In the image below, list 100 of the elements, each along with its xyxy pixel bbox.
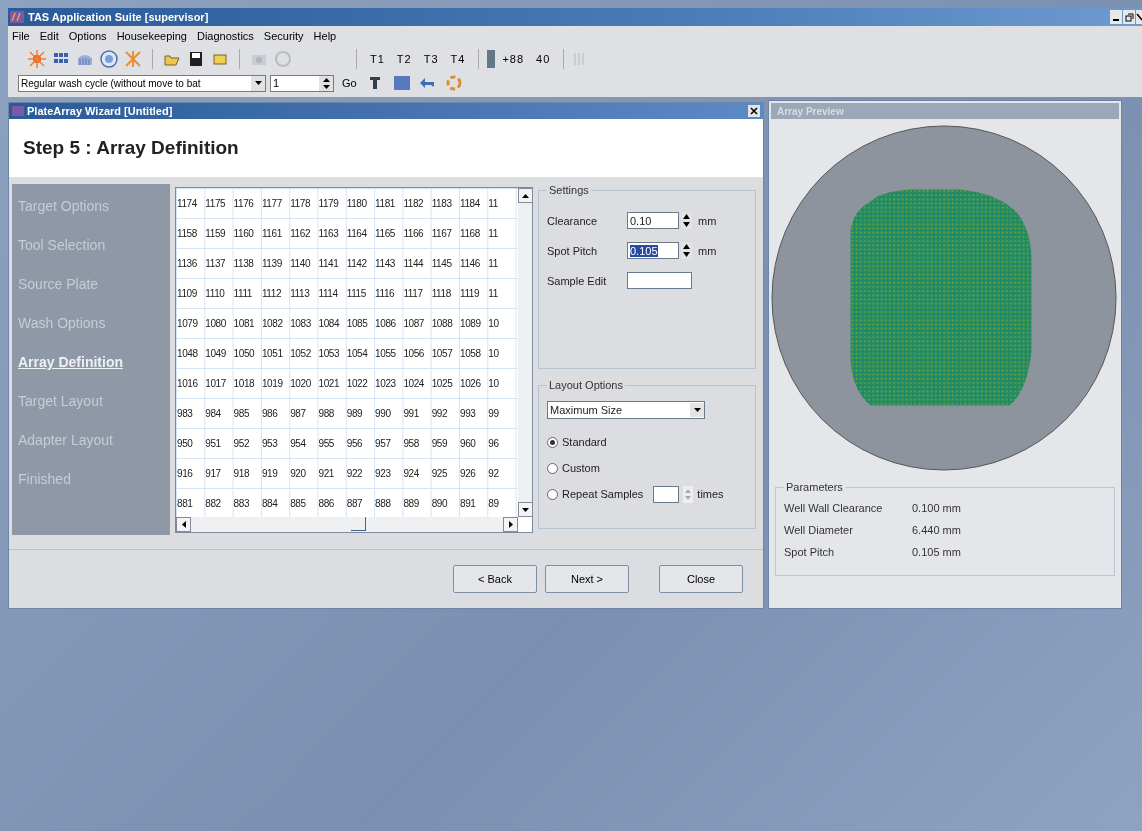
grid-cell-text: 1165 xyxy=(375,227,396,239)
grid-cell-text: 1056 xyxy=(403,347,426,359)
grid-cell-text: 919 xyxy=(261,467,279,479)
grid-cell-text: 1110 xyxy=(205,287,226,299)
wizard-button[interactable]: Next > xyxy=(545,565,629,593)
toolbar-button[interactable]: T3 xyxy=(418,52,444,65)
grid-cell-text: 1116 xyxy=(375,287,396,299)
grid-cell-text: 1146 xyxy=(459,257,481,269)
menu-item[interactable]: Housekeeping xyxy=(116,30,187,42)
toolbar-button[interactable]: T4 xyxy=(445,52,471,65)
grid-cell-text: 1080 xyxy=(205,317,227,329)
grid-cell-text: 954 xyxy=(290,437,307,449)
grid-cell-text: 1178 xyxy=(290,197,312,209)
grid-cell-text: 1084 xyxy=(318,317,341,329)
vertical-scrollbar[interactable] xyxy=(518,188,532,517)
toolbar-button[interactable]: T1 xyxy=(365,52,390,65)
spinner-icon[interactable] xyxy=(681,212,692,229)
grid-cell-text: 959 xyxy=(431,437,449,449)
grid-cell-text: 1142 xyxy=(346,257,368,269)
grid-cell-text: 1174 xyxy=(177,197,198,209)
grid-cell-text: 89 xyxy=(488,497,500,509)
scroll-right-icon[interactable] xyxy=(508,521,513,528)
grid-cell-text: 1087 xyxy=(403,317,426,329)
grid-cell-text: 983 xyxy=(177,407,194,419)
count-field[interactable]: 1 xyxy=(270,74,334,92)
app-icon xyxy=(12,106,24,116)
grid-cell-text: 924 xyxy=(403,467,420,479)
grid-cell-text: 1179 xyxy=(318,197,340,209)
radio-button[interactable] xyxy=(547,488,558,500)
group-title: Settings xyxy=(548,184,590,196)
grid-cell-text: 1018 xyxy=(233,377,256,389)
grid-cell-text: 1025 xyxy=(431,377,454,389)
spin-field[interactable]: 0.10 xyxy=(627,212,679,229)
parameter-value: 6.440 mm xyxy=(912,524,961,536)
grid-cell-text: 1158 xyxy=(177,227,198,239)
dropdown-arrow-icon xyxy=(693,408,701,412)
grid-cell-text: 926 xyxy=(459,467,477,479)
restore-icon[interactable] xyxy=(1123,10,1135,24)
grid-cell-text: 11 xyxy=(488,257,499,269)
menu-item[interactable]: Help xyxy=(313,30,337,42)
grid-cell-text: 881 xyxy=(177,497,194,509)
grid-cell-text: 985 xyxy=(233,407,251,419)
close-icon[interactable] xyxy=(748,105,760,117)
grid-cell-text: 984 xyxy=(205,407,222,419)
grid-cell-text: 1020 xyxy=(290,377,312,389)
radio-button[interactable] xyxy=(547,436,558,448)
scroll-left-icon[interactable] xyxy=(181,521,186,528)
spinner-icon xyxy=(322,77,330,89)
spin-field[interactable]: 0.105 xyxy=(627,242,679,259)
grid-cell-text: 1055 xyxy=(375,347,397,359)
menu-item[interactable]: Options xyxy=(68,30,107,42)
grid-cell-text: 1017 xyxy=(205,377,227,389)
radio-label: Repeat Samples xyxy=(562,488,644,500)
wizard-button[interactable]: Close xyxy=(659,565,743,593)
grid-cell-text: 96 xyxy=(488,437,500,449)
grid-cell-text: 1160 xyxy=(233,227,255,239)
grid-cell-text: 1053 xyxy=(318,347,341,359)
grid-cell-text: 1182 xyxy=(403,197,425,209)
menu-item[interactable]: Diagnostics xyxy=(196,30,254,42)
minimize-icon[interactable] xyxy=(1110,10,1122,24)
grid-cell-text: 923 xyxy=(375,467,392,479)
menu-item[interactable]: File xyxy=(12,30,30,42)
cycle-dropdown[interactable]: Regular wash cycle (without move to bat xyxy=(18,74,266,92)
grid-cell-text: 1089 xyxy=(459,317,482,329)
spin-field[interactable] xyxy=(653,485,680,503)
toolbar-button[interactable]: T2 xyxy=(391,52,417,65)
grid-cell-text: 952 xyxy=(233,437,251,449)
horizontal-scrollbar[interactable] xyxy=(176,517,518,532)
spinner-icon[interactable] xyxy=(681,242,692,259)
app-icon xyxy=(10,11,24,23)
wizard-button[interactable]: < Back xyxy=(453,565,537,593)
go-button[interactable]: Go xyxy=(338,75,361,91)
grid-cell-text: 1049 xyxy=(205,347,227,359)
grid-cell-text: 1117 xyxy=(403,287,424,299)
layout-dropdown[interactable]: Maximum Size xyxy=(547,401,705,419)
input-field[interactable] xyxy=(627,272,692,289)
grid-cell-text: 889 xyxy=(403,497,420,509)
grid-cell-text: 922 xyxy=(346,467,364,479)
scroll-down-icon[interactable] xyxy=(521,507,529,512)
unit-label: times xyxy=(697,488,724,500)
radio-label: Standard xyxy=(562,436,607,448)
scroll-up-icon[interactable] xyxy=(521,193,529,198)
grid-cell-text: 1113 xyxy=(290,287,311,299)
grid-cell-text: 1139 xyxy=(261,257,283,269)
grid-cell-text: 1088 xyxy=(431,317,454,329)
grid-cell-text: 890 xyxy=(431,497,449,509)
menu-item[interactable]: Security xyxy=(263,30,304,42)
radio-button[interactable] xyxy=(547,462,558,474)
target-icon[interactable] xyxy=(98,47,120,70)
grid-cell-text: 1058 xyxy=(459,347,482,359)
grid-cell-text: 921 xyxy=(318,467,335,479)
grid-cell-text: 885 xyxy=(290,497,307,509)
burst-icon[interactable] xyxy=(26,47,48,70)
grid-cell-text: 991 xyxy=(403,407,420,419)
close-icon[interactable] xyxy=(1136,10,1142,24)
grid-cell-text: 887 xyxy=(346,497,364,509)
grid-cell-text: 1161 xyxy=(261,227,283,239)
menu-item[interactable]: Edit xyxy=(39,30,59,42)
grid-cell-text: 886 xyxy=(318,497,335,509)
grid-cell-text: 917 xyxy=(205,467,222,479)
